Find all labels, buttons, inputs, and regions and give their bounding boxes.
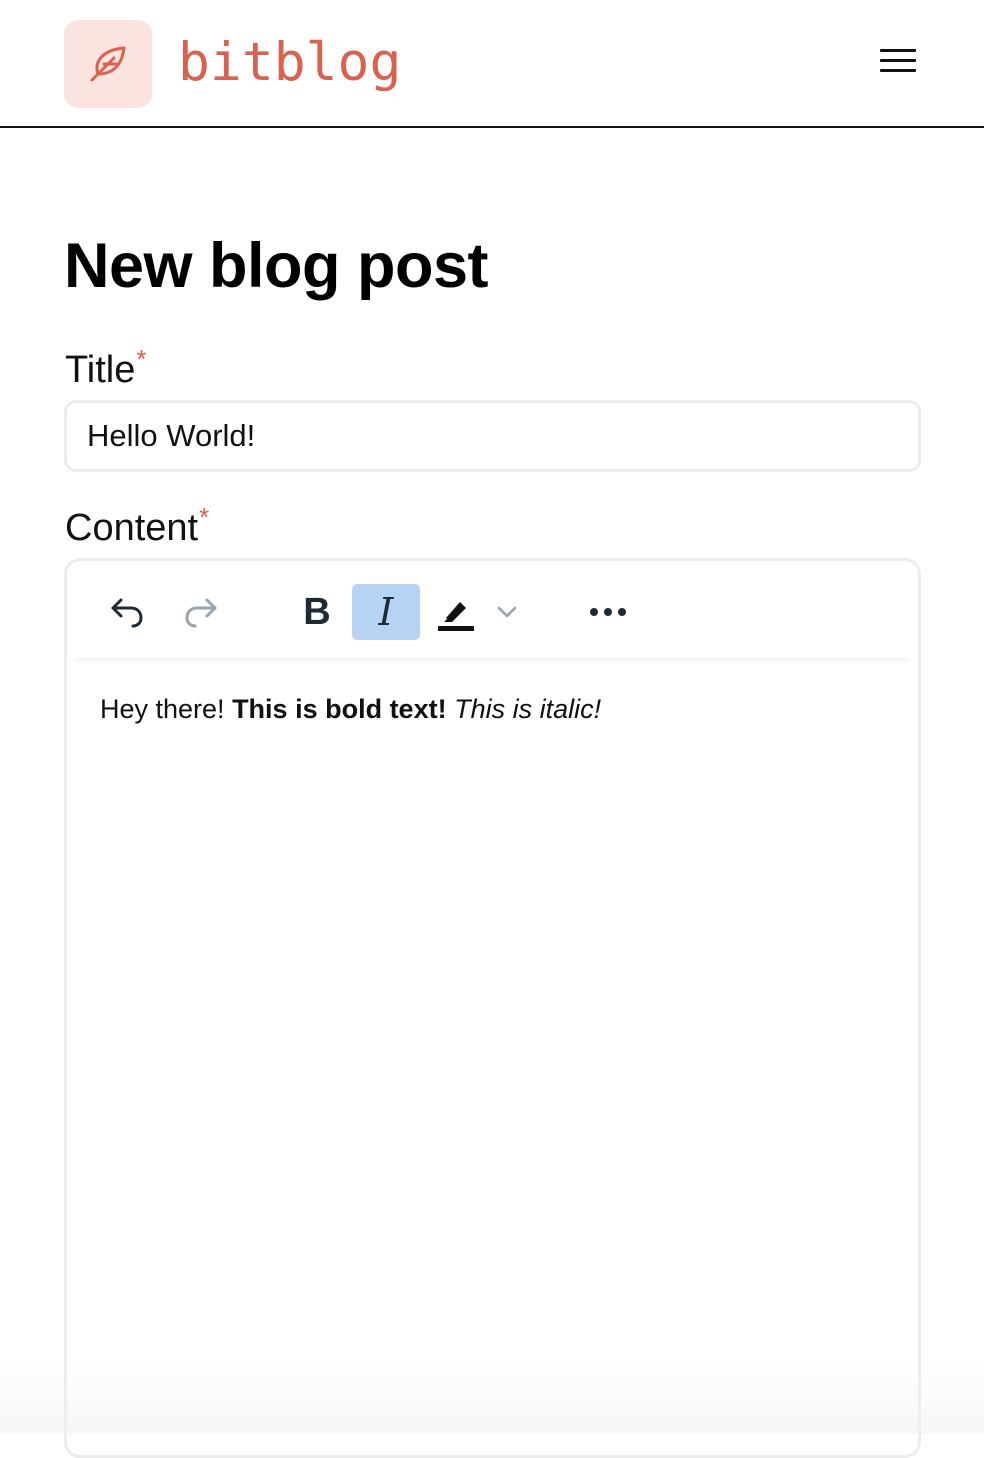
content-label-text: Content [65, 507, 199, 549]
logo[interactable] [64, 20, 152, 108]
highlight-button[interactable] [434, 584, 478, 640]
redo-icon [185, 598, 217, 628]
top-header: bitblog [0, 0, 984, 128]
undo-icon [111, 598, 143, 628]
editor-content[interactable]: Hey there! This is bold text! This is it… [100, 689, 601, 729]
bold-text: This is bold text! [232, 694, 447, 724]
highlight-dropdown-button[interactable] [492, 584, 522, 640]
content-label: Content* [65, 502, 209, 553]
undo-button[interactable] [100, 584, 154, 640]
feather-icon [90, 46, 126, 82]
brand-name[interactable]: bitblog [178, 28, 401, 98]
italic-button[interactable]: I [352, 584, 420, 640]
more-button[interactable] [580, 584, 636, 640]
highlighter-icon [438, 602, 474, 631]
redo-button[interactable] [174, 584, 228, 640]
more-horizontal-icon [590, 608, 626, 616]
plain-text [447, 694, 455, 724]
title-input[interactable] [64, 400, 921, 472]
bold-button[interactable]: B [290, 584, 344, 640]
plain-text: Hey there! [100, 694, 233, 724]
hamburger-menu-icon[interactable] [878, 46, 918, 76]
italic-text: This is italic! [454, 694, 602, 724]
required-marker: * [199, 502, 210, 532]
chevron-down-icon [497, 606, 517, 618]
title-label: Title* [65, 344, 147, 395]
page-title: New blog post [64, 231, 488, 301]
editor-toolbar: B I [72, 564, 913, 658]
title-label-text: Title [65, 349, 136, 391]
rich-text-editor[interactable]: B I Hey there! This is bold text! This i… [64, 558, 921, 1458]
required-marker: * [136, 344, 147, 374]
